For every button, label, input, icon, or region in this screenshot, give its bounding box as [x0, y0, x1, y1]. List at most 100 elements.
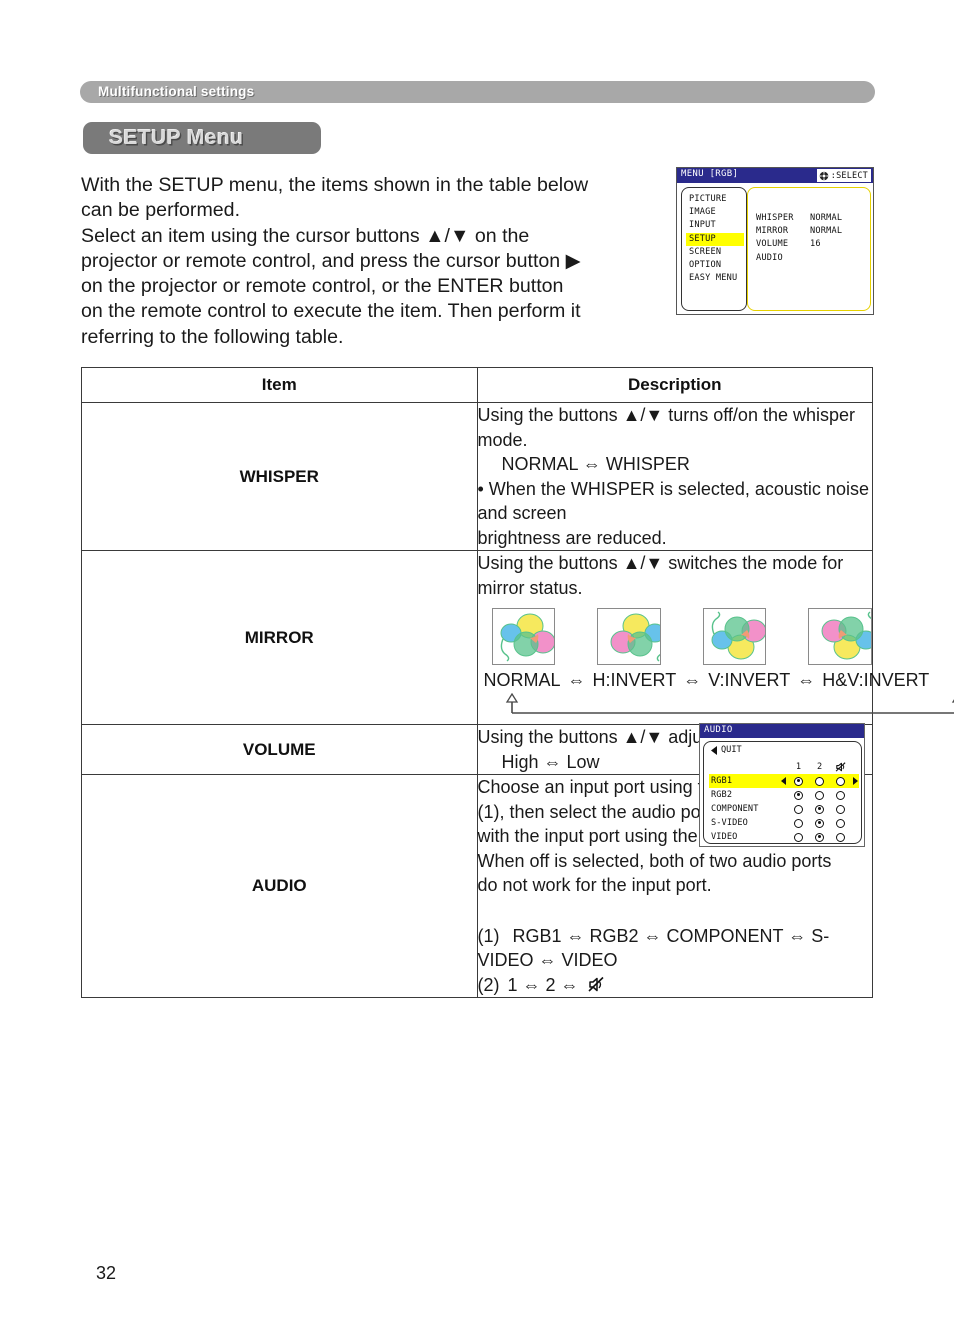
osd-title-bar: MENU [RGB] :SELECT [677, 168, 873, 183]
mirror-mode-normal: NORMAL [483, 670, 561, 690]
audio-osd-row-rgb1[interactable]: RGB1 [709, 774, 859, 788]
osd-menu-item-option[interactable]: OPTION [686, 259, 744, 272]
osd-settings-list: WHISPER NORMAL MIRROR NORMAL VOLUME 16 A… [756, 212, 842, 265]
section-title-pill: SETUP Menu [83, 122, 321, 154]
audio-line-4: When off is selected, both of two audio … [477, 850, 832, 871]
osd-setting-name: MIRROR [756, 226, 789, 237]
osd-setting-name: WHISPER [756, 213, 794, 223]
audio-osd-radio-1[interactable] [788, 790, 809, 800]
intro-line-1: With the SETUP menu, the items shown in … [81, 174, 589, 196]
table-header-row: Item Description [81, 367, 873, 403]
table-header-description: Description [476, 367, 873, 403]
table-row: WHISPER Using the buttons ▲/▼ turns off/… [81, 402, 873, 551]
osd-setting-value: NORMAL [810, 213, 843, 223]
osd-setting-name: VOLUME [756, 239, 789, 250]
cycle-loop-arrow-icon [505, 692, 954, 714]
left-caret-icon[interactable] [780, 777, 788, 785]
osd-menu-item-input[interactable]: INPUT [686, 219, 744, 232]
audio-osd-radio-2[interactable] [809, 776, 830, 786]
audio-seq2-label: (2) [477, 974, 500, 995]
row-item-audio: AUDIO [81, 774, 478, 998]
osd-category-list: PICTURE IMAGE INPUT SETUP SCREEN OPTION … [686, 193, 744, 285]
audio-osd-row-s-video[interactable]: S-VIDEO [709, 816, 859, 830]
osd-setting-value: 16 [810, 239, 821, 250]
mirror-loop-arrow-wrap [478, 691, 954, 724]
osd-menu-item-easy-menu[interactable]: EASY MENU [686, 272, 744, 285]
row-description-mirror: Using the buttons ▲/▼ switches the mode … [476, 550, 954, 725]
audio-osd-quit[interactable]: QUIT [711, 745, 742, 755]
audio-osd-radio-mute[interactable] [830, 790, 851, 800]
mirror-arrow-1: ⇔ [567, 670, 586, 690]
osd-setting-row[interactable]: MIRROR NORMAL [756, 225, 842, 238]
balloons-h-invert-icon [610, 613, 660, 662]
intro-paragraph: With the SETUP menu, the items shown in … [81, 173, 671, 350]
osd-setting-row[interactable]: VOLUME 16 [756, 238, 842, 251]
settings-table: Item Description WHISPER Using the butto… [81, 367, 954, 998]
audio-seq1-label: (1) [477, 925, 500, 946]
intro-line-5: on the projector or remote control, or t… [81, 275, 564, 298]
audio-osd-col-header-2: 2 [816, 762, 823, 772]
audio-osd-col-header-mute [830, 761, 851, 773]
audio-osd-row-label: RGB1 [711, 776, 733, 786]
row-item-mirror: MIRROR [81, 550, 478, 725]
audio-seq1-text: RGB1 ⇔ RGB2 ⇔ COMPONENT ⇔ S-VIDEO ⇔ VIDE… [477, 925, 830, 971]
audio-osd-radio-mute[interactable] [830, 776, 851, 786]
row-item-volume: VOLUME [81, 724, 478, 775]
osd-setting-name: AUDIO [756, 252, 783, 263]
mirror-image-normal [491, 608, 556, 665]
osd-menu-item-image[interactable]: IMAGE [686, 206, 744, 219]
mirror-image-row [478, 602, 872, 665]
mirror-mode-v-invert: V:INVERT [708, 670, 791, 690]
audio-osd-radio-1[interactable] [788, 818, 809, 828]
osd-audio-submenu-screenshot: AUDIO QUIT 1 2 RGB1 RGB2 COMPONENT S-VID… [699, 723, 865, 847]
audio-osd-row-video[interactable]: VIDEO [709, 830, 859, 843]
intro-line-7: referring to the following table. [81, 325, 344, 348]
balloons-normal-icon [500, 613, 555, 662]
audio-spacer [478, 898, 873, 924]
manual-page: Multifunctional settings SETUP Menu With… [0, 0, 954, 1339]
page-number: 32 [96, 1263, 117, 1283]
mirror-diagram-group: NORMAL ⇔ H:INVERT ⇔ V:INVERT ⇔ H&V:INVER… [478, 600, 954, 724]
audio-osd-body: QUIT 1 2 RGB1 RGB2 COMPONENT S-VIDEO VID… [703, 741, 862, 844]
audio-osd-row-rgb2[interactable]: RGB2 [709, 788, 859, 802]
audio-osd-row-label: RGB2 [711, 790, 733, 800]
audio-osd-radio-1[interactable] [788, 804, 809, 814]
audio-osd-radio-mute[interactable] [830, 832, 851, 842]
osd-setting-value: NORMAL [810, 226, 843, 237]
osd-menu-item-screen[interactable]: SCREEN [686, 246, 744, 259]
mirror-image-hv-invert [808, 608, 872, 665]
balloons-v-invert-icon [711, 611, 766, 660]
mute-speaker-icon [835, 762, 846, 772]
audio-osd-radio-mute[interactable] [830, 818, 851, 828]
audio-osd-radio-1[interactable] [788, 832, 809, 842]
osd-setting-row[interactable]: AUDIO [756, 252, 842, 265]
audio-osd-radio-mute[interactable] [830, 804, 851, 814]
osd-settings-panel: WHISPER NORMAL MIRROR NORMAL VOLUME 16 A… [747, 187, 871, 311]
audio-osd-radio-2[interactable] [809, 804, 830, 814]
mirror-arrow-3: ⇔ [797, 670, 816, 690]
audio-osd-radio-2[interactable] [809, 818, 830, 828]
balloons-hv-invert-icon [821, 611, 872, 660]
whisper-line-2: NORMAL ⇔ WHISPER [501, 454, 690, 474]
intro-line-2: can be performed. [81, 199, 241, 222]
intro-line-6: on the remote control to execute the ite… [81, 300, 581, 323]
mirror-mode-hv-invert: H&V:INVERT [822, 670, 930, 690]
row-item-whisper: WHISPER [81, 402, 478, 551]
audio-osd-row-component[interactable]: COMPONENT [709, 802, 859, 816]
audio-osd-quit-label: QUIT [721, 745, 742, 755]
osd-menu-item-setup[interactable]: SETUP [686, 232, 744, 246]
audio-osd-radio-2[interactable] [809, 832, 830, 842]
mirror-image-v-invert [702, 608, 767, 665]
audio-osd-row-label: COMPONENT [711, 804, 759, 814]
page-title: SETUP Menu [109, 126, 244, 149]
osd-menu-item-picture[interactable]: PICTURE [686, 193, 744, 206]
audio-osd-radio-2[interactable] [809, 790, 830, 800]
osd-select-hint: :SELECT [816, 169, 871, 182]
mirror-image-h-invert [597, 608, 661, 665]
audio-osd-radio-1[interactable] [788, 776, 809, 786]
row-description-whisper: Using the buttons ▲/▼ turns off/on the w… [476, 402, 873, 551]
osd-setting-row[interactable]: WHISPER NORMAL [756, 212, 842, 225]
mirror-arrow-2: ⇔ [683, 670, 702, 690]
intro-line-3: Select an item using the cursor buttons … [81, 224, 530, 247]
right-caret-icon[interactable] [851, 777, 859, 785]
